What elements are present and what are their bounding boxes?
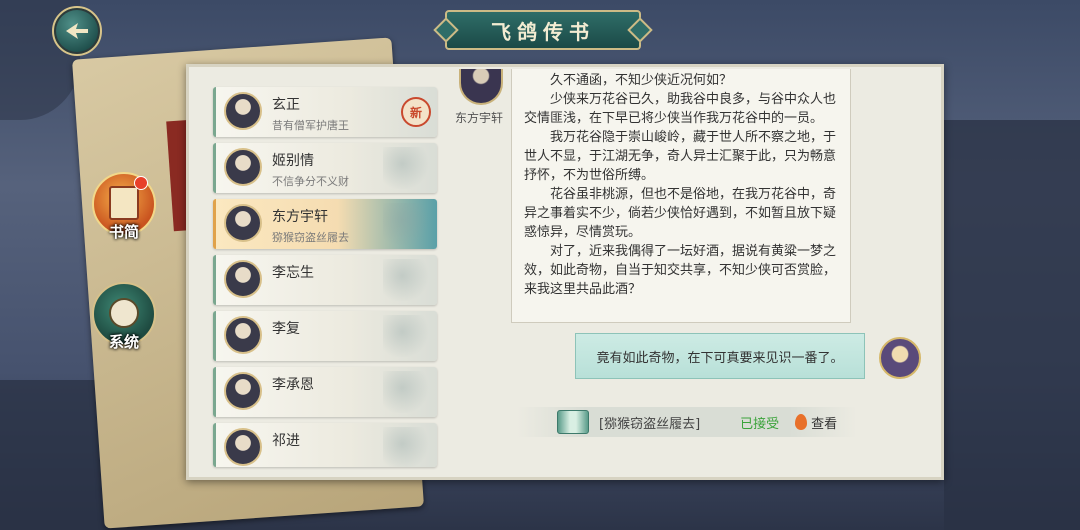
view-label: 查看 — [811, 416, 838, 432]
quest-status: 已接受 — [740, 416, 780, 432]
quest-bar: [猕猴窃盗丝履去] 已接受 查看 — [517, 407, 857, 437]
message-paragraph: 少侠来万花谷已久，助我谷中良多，与谷中众人也交情匪浅，在下早已将少侠当作我万花谷… — [524, 92, 837, 126]
contact-name: 李复 — [272, 321, 300, 337]
contact-subtitle: 不信争分不义财 — [272, 175, 349, 188]
avatar — [224, 260, 262, 298]
avatar — [224, 428, 262, 466]
ink-landscape-decoration — [383, 203, 431, 245]
background-building-right — [944, 120, 1080, 530]
back-arrow-icon — [66, 23, 88, 39]
contact-list: 玄正 昔有僧军护唐王 新 姬别情 不信争分不义财 东方宇轩 猕猴窃盗丝履去 李忘… — [213, 87, 437, 473]
contact-item[interactable]: 姬别情 不信争分不义财 — [213, 143, 437, 193]
letters-label: 书简 — [108, 223, 139, 241]
ink-landscape-decoration — [383, 371, 431, 413]
contact-name: 玄正 — [272, 97, 300, 113]
avatar — [224, 372, 262, 410]
contact-item[interactable]: 玄正 昔有僧军护唐王 新 — [213, 87, 437, 137]
message-area[interactable]: 东方宇轩 久不通函，不知少侠近况何如？ 少侠来万花谷已久，助我谷中良多，与谷中众… — [447, 69, 937, 477]
contact-subtitle: 猕猴窃盗丝履去 — [272, 231, 349, 244]
contact-item[interactable]: 李承恩 — [213, 367, 437, 417]
contact-item[interactable]: 祁进 — [213, 423, 437, 467]
system-label: 系统 — [108, 333, 139, 351]
location-pin-icon — [795, 414, 808, 430]
contact-name: 姬别情 — [272, 153, 314, 169]
avatar — [224, 92, 262, 130]
contact-name: 祁进 — [272, 433, 300, 449]
system-button[interactable]: 系统 — [92, 282, 156, 351]
message-paragraph: 我万花谷隐于崇山峻岭，藏于世人所不察之地，于世人不显，于江湖无争，奇人异士汇聚于… — [524, 130, 837, 183]
sender-avatar — [459, 69, 503, 105]
message-paragraph: 对了，近来我偶得了一坛好酒，据说有黄粱一梦之效，如此奇物，自当于知交共享，不知少… — [524, 244, 837, 297]
mail-panel: 玄正 昔有僧军护唐王 新 姬别情 不信争分不义财 东方宇轩 猕猴窃盗丝履去 李忘… — [186, 64, 944, 480]
contact-name: 李承恩 — [272, 377, 314, 393]
new-badge: 新 — [401, 97, 431, 127]
avatar — [224, 148, 262, 186]
reply-message-bubble: 竟有如此奇物，在下可真要来见识一番了。 — [575, 333, 865, 379]
message-paragraph: 花谷虽非桃源，但也不是俗地，在我万花谷中，奇异之事着实不少，倘若少侠恰好遇到，不… — [524, 187, 837, 240]
avatar — [224, 316, 262, 354]
message-paragraph: 久不通函，不知少侠近况何如？ — [550, 73, 733, 88]
contact-item-selected[interactable]: 东方宇轩 猕猴窃盗丝履去 — [213, 199, 437, 249]
letter-scroll-icon — [109, 186, 139, 220]
sender-name: 东方宇轩 — [455, 111, 504, 125]
incoming-message-bubble: 久不通函，不知少侠近况何如？ 少侠来万花谷已久，助我谷中良多，与谷中众人也交情匪… — [511, 69, 851, 323]
avatar — [224, 204, 262, 242]
quest-scroll-icon — [557, 410, 589, 434]
player-avatar — [879, 337, 921, 379]
page-title: 飞鸽传书 — [445, 10, 641, 50]
quest-name: [猕猴窃盗丝履去] — [599, 416, 701, 432]
contact-name: 李忘生 — [272, 265, 314, 281]
view-quest-button[interactable]: 查看 — [795, 413, 837, 432]
contact-subtitle: 昔有僧军护唐王 — [272, 119, 349, 132]
contact-name: 东方宇轩 — [272, 209, 328, 225]
letters-button[interactable]: 书简 — [92, 172, 156, 241]
ink-landscape-decoration — [383, 259, 431, 301]
contact-item[interactable]: 李复 — [213, 311, 437, 361]
ink-landscape-decoration — [383, 315, 431, 357]
notification-dot — [134, 176, 148, 190]
back-button[interactable] — [52, 6, 102, 56]
reply-text: 竟有如此奇物，在下可真要来见识一番了。 — [596, 350, 844, 366]
system-icon — [109, 298, 139, 328]
ink-landscape-decoration — [383, 147, 431, 189]
contact-item[interactable]: 李忘生 — [213, 255, 437, 305]
ink-landscape-decoration — [383, 427, 431, 467]
